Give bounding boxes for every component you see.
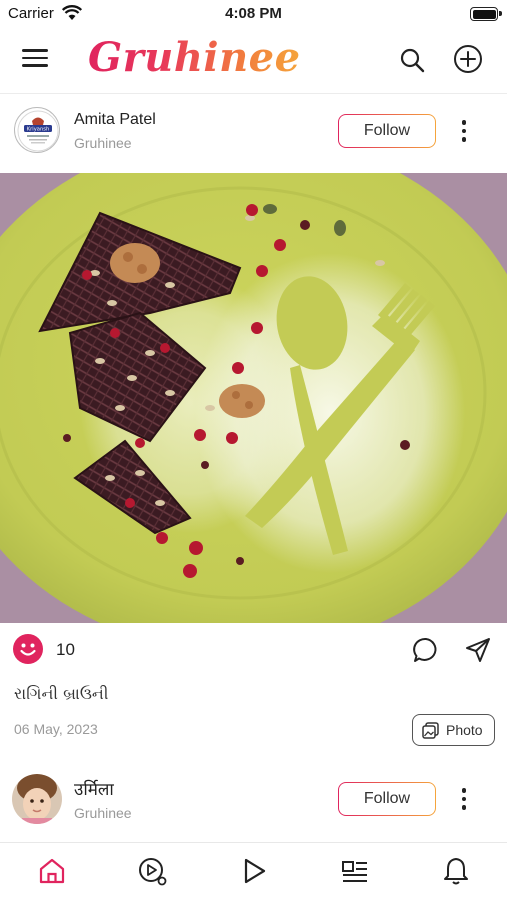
brand-logo-icon: Kriyansh [17,110,59,152]
author-subtitle: Gruhinee [74,135,132,151]
tab-bar [0,842,507,900]
avatar-brand-text: Kriyansh [27,127,50,133]
follow-button[interactable]: Follow [338,782,436,816]
header-divider [0,93,507,94]
like-count: 10 [56,640,75,659]
app-header: Gruhinee [0,30,507,90]
avatar[interactable]: Kriyansh [14,107,60,153]
reels-icon[interactable] [136,855,168,887]
bell-icon[interactable] [440,855,472,887]
avatar[interactable] [12,774,62,824]
author-name[interactable]: Amita Patel [74,111,156,129]
post-caption: રાગિની બ્રાઉની [14,684,109,703]
articles-icon[interactable] [339,855,371,887]
media-type-label: Photo [446,722,483,738]
media-type-badge[interactable]: Photo [412,714,495,746]
author-subtitle: Gruhinee [74,805,132,821]
home-icon[interactable] [36,855,68,887]
send-icon[interactable] [464,636,492,664]
follow-button[interactable]: Follow [338,114,436,148]
menu-icon[interactable] [22,49,48,71]
status-bar: Carrier 4:08 PM [0,0,507,30]
smiley-reaction-icon[interactable] [13,634,43,664]
author-name[interactable]: उर्मिला [74,777,114,800]
comment-icon[interactable] [412,636,440,664]
app-logo: Gruhinee [88,34,301,81]
clock: 4:08 PM [225,5,282,22]
post-header-2: उर्मिला Gruhinee Follow [0,770,507,828]
play-icon[interactable] [238,855,270,887]
more-options-icon[interactable] [456,788,472,814]
search-icon[interactable] [398,46,426,74]
child-photo [12,774,62,824]
post-photo[interactable] [0,173,507,623]
gallery-icon [422,722,439,739]
more-options-icon[interactable] [456,120,472,146]
post-date: 06 May, 2023 [14,721,98,737]
brownie-photo [0,173,507,623]
battery-icon [470,7,502,21]
post-header: Kriyansh Amita Patel Gruhinee Follow [0,102,507,160]
add-icon[interactable] [453,44,483,74]
